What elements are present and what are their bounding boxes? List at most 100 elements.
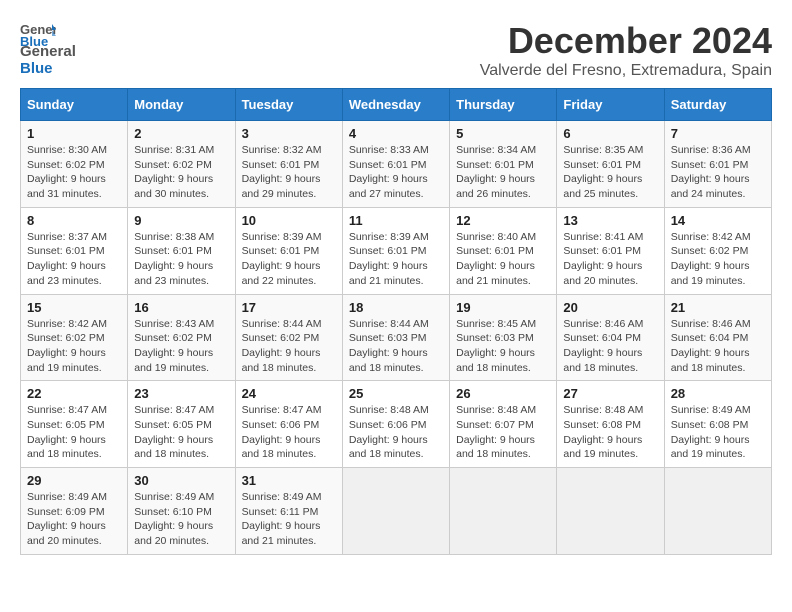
day-of-week-header: Saturday bbox=[664, 89, 771, 121]
calendar-day-cell: 23 Sunrise: 8:47 AM Sunset: 6:05 PM Dayli… bbox=[128, 381, 235, 468]
calendar-week-row: 15 Sunrise: 8:42 AM Sunset: 6:02 PM Dayli… bbox=[21, 294, 772, 381]
day-info: Sunrise: 8:49 AM Sunset: 6:09 PM Dayligh… bbox=[27, 490, 121, 549]
day-info: Sunrise: 8:43 AM Sunset: 6:02 PM Dayligh… bbox=[134, 317, 228, 376]
day-info: Sunrise: 8:45 AM Sunset: 6:03 PM Dayligh… bbox=[456, 317, 550, 376]
day-of-week-header: Tuesday bbox=[235, 89, 342, 121]
day-info: Sunrise: 8:49 AM Sunset: 6:11 PM Dayligh… bbox=[242, 490, 336, 549]
location-title: Valverde del Fresno, Extremadura, Spain bbox=[480, 62, 772, 80]
calendar-day-cell: 4Sunrise: 8:33 AM Sunset: 6:01 PM Daylig… bbox=[342, 121, 449, 208]
calendar-day-cell: 22Sunrise: 8:47 AM Sunset: 6:05 PM Dayli… bbox=[21, 381, 128, 468]
calendar-day-cell: 30 Sunrise: 8:49 AM Sunset: 6:10 PM Dayli… bbox=[128, 468, 235, 555]
calendar-day-cell bbox=[450, 468, 557, 555]
day-number: 11 bbox=[349, 213, 443, 228]
day-info: Sunrise: 8:38 AM Sunset: 6:01 PM Dayligh… bbox=[134, 230, 228, 289]
calendar-day-cell bbox=[557, 468, 664, 555]
day-info: Sunrise: 8:41 AM Sunset: 6:01 PM Dayligh… bbox=[563, 230, 657, 289]
day-number: 2 bbox=[134, 126, 228, 141]
calendar-day-cell bbox=[342, 468, 449, 555]
day-of-week-header: Monday bbox=[128, 89, 235, 121]
day-info: Sunrise: 8:44 AM Sunset: 6:02 PM Dayligh… bbox=[242, 317, 336, 376]
day-info: Sunrise: 8:36 AM Sunset: 6:01 PM Dayligh… bbox=[671, 143, 765, 202]
calendar-day-cell: 3 Sunrise: 8:32 AM Sunset: 6:01 PM Daylig… bbox=[235, 121, 342, 208]
calendar-day-cell: 26 Sunrise: 8:48 AM Sunset: 6:07 PM Dayli… bbox=[450, 381, 557, 468]
calendar-day-cell: 20 Sunrise: 8:46 AM Sunset: 6:04 PM Dayli… bbox=[557, 294, 664, 381]
day-info: Sunrise: 8:48 AM Sunset: 6:08 PM Dayligh… bbox=[563, 403, 657, 462]
day-number: 15 bbox=[27, 300, 121, 315]
day-number: 23 bbox=[134, 386, 228, 401]
day-number: 13 bbox=[563, 213, 657, 228]
day-number: 10 bbox=[242, 213, 336, 228]
calendar-day-cell: 16 Sunrise: 8:43 AM Sunset: 6:02 PM Dayli… bbox=[128, 294, 235, 381]
calendar-day-cell: 17 Sunrise: 8:44 AM Sunset: 6:02 PM Dayli… bbox=[235, 294, 342, 381]
day-info: Sunrise: 8:39 AM Sunset: 6:01 PM Dayligh… bbox=[242, 230, 336, 289]
day-number: 27 bbox=[563, 386, 657, 401]
calendar-week-row: 1 Sunrise: 8:30 AM Sunset: 6:02 PM Daylig… bbox=[21, 121, 772, 208]
month-title: December 2024 bbox=[480, 20, 772, 62]
day-info: Sunrise: 8:48 AM Sunset: 6:07 PM Dayligh… bbox=[456, 403, 550, 462]
logo-blue-text: Blue bbox=[20, 61, 76, 78]
calendar-day-cell: 18Sunrise: 8:44 AM Sunset: 6:03 PM Dayli… bbox=[342, 294, 449, 381]
logo: General Blue General Blue bbox=[20, 20, 76, 77]
day-info: Sunrise: 8:39 AM Sunset: 6:01 PM Dayligh… bbox=[349, 230, 443, 289]
calendar-day-cell: 31 Sunrise: 8:49 AM Sunset: 6:11 PM Dayli… bbox=[235, 468, 342, 555]
day-number: 21 bbox=[671, 300, 765, 315]
calendar-body: 1 Sunrise: 8:30 AM Sunset: 6:02 PM Daylig… bbox=[21, 121, 772, 555]
day-info: Sunrise: 8:32 AM Sunset: 6:01 PM Dayligh… bbox=[242, 143, 336, 202]
calendar-day-cell: 11 Sunrise: 8:39 AM Sunset: 6:01 PM Dayli… bbox=[342, 207, 449, 294]
day-number: 31 bbox=[242, 473, 336, 488]
day-number: 9 bbox=[134, 213, 228, 228]
day-number: 14 bbox=[671, 213, 765, 228]
calendar-header-row: SundayMondayTuesdayWednesdayThursdayFrid… bbox=[21, 89, 772, 121]
day-of-week-header: Thursday bbox=[450, 89, 557, 121]
calendar-day-cell: 25Sunrise: 8:48 AM Sunset: 6:06 PM Dayli… bbox=[342, 381, 449, 468]
day-number: 26 bbox=[456, 386, 550, 401]
day-info: Sunrise: 8:42 AM Sunset: 6:02 PM Dayligh… bbox=[671, 230, 765, 289]
calendar-week-row: 29 Sunrise: 8:49 AM Sunset: 6:09 PM Dayli… bbox=[21, 468, 772, 555]
day-number: 5 bbox=[456, 126, 550, 141]
day-number: 1 bbox=[27, 126, 121, 141]
day-of-week-header: Wednesday bbox=[342, 89, 449, 121]
day-info: Sunrise: 8:37 AM Sunset: 6:01 PM Dayligh… bbox=[27, 230, 121, 289]
calendar-day-cell: 27 Sunrise: 8:48 AM Sunset: 6:08 PM Dayli… bbox=[557, 381, 664, 468]
day-number: 20 bbox=[563, 300, 657, 315]
calendar-week-row: 8Sunrise: 8:37 AM Sunset: 6:01 PM Daylig… bbox=[21, 207, 772, 294]
calendar-day-cell: 8Sunrise: 8:37 AM Sunset: 6:01 PM Daylig… bbox=[21, 207, 128, 294]
calendar-day-cell: 5 Sunrise: 8:34 AM Sunset: 6:01 PM Daylig… bbox=[450, 121, 557, 208]
day-number: 12 bbox=[456, 213, 550, 228]
day-info: Sunrise: 8:49 AM Sunset: 6:10 PM Dayligh… bbox=[134, 490, 228, 549]
calendar-day-cell: 19 Sunrise: 8:45 AM Sunset: 6:03 PM Dayli… bbox=[450, 294, 557, 381]
calendar-day-cell: 2 Sunrise: 8:31 AM Sunset: 6:02 PM Daylig… bbox=[128, 121, 235, 208]
calendar-week-row: 22Sunrise: 8:47 AM Sunset: 6:05 PM Dayli… bbox=[21, 381, 772, 468]
day-info: Sunrise: 8:46 AM Sunset: 6:04 PM Dayligh… bbox=[563, 317, 657, 376]
page-header: General Blue General Blue December 2024 … bbox=[20, 20, 772, 80]
title-area: December 2024 Valverde del Fresno, Extre… bbox=[480, 20, 772, 80]
calendar-day-cell: 7 Sunrise: 8:36 AM Sunset: 6:01 PM Daylig… bbox=[664, 121, 771, 208]
day-number: 7 bbox=[671, 126, 765, 141]
day-info: Sunrise: 8:31 AM Sunset: 6:02 PM Dayligh… bbox=[134, 143, 228, 202]
calendar-day-cell: 15 Sunrise: 8:42 AM Sunset: 6:02 PM Dayli… bbox=[21, 294, 128, 381]
day-info: Sunrise: 8:47 AM Sunset: 6:06 PM Dayligh… bbox=[242, 403, 336, 462]
day-info: Sunrise: 8:48 AM Sunset: 6:06 PM Dayligh… bbox=[349, 403, 443, 462]
day-info: Sunrise: 8:42 AM Sunset: 6:02 PM Dayligh… bbox=[27, 317, 121, 376]
day-number: 4 bbox=[349, 126, 443, 141]
day-info: Sunrise: 8:30 AM Sunset: 6:02 PM Dayligh… bbox=[27, 143, 121, 202]
day-info: Sunrise: 8:35 AM Sunset: 6:01 PM Dayligh… bbox=[563, 143, 657, 202]
calendar-day-cell: 10 Sunrise: 8:39 AM Sunset: 6:01 PM Dayli… bbox=[235, 207, 342, 294]
day-number: 17 bbox=[242, 300, 336, 315]
calendar-table: SundayMondayTuesdayWednesdayThursdayFrid… bbox=[20, 88, 772, 555]
day-number: 28 bbox=[671, 386, 765, 401]
calendar-day-cell: 14 Sunrise: 8:42 AM Sunset: 6:02 PM Dayli… bbox=[664, 207, 771, 294]
day-number: 6 bbox=[563, 126, 657, 141]
day-number: 30 bbox=[134, 473, 228, 488]
day-info: Sunrise: 8:34 AM Sunset: 6:01 PM Dayligh… bbox=[456, 143, 550, 202]
calendar-day-cell: 1 Sunrise: 8:30 AM Sunset: 6:02 PM Daylig… bbox=[21, 121, 128, 208]
day-of-week-header: Friday bbox=[557, 89, 664, 121]
day-info: Sunrise: 8:46 AM Sunset: 6:04 PM Dayligh… bbox=[671, 317, 765, 376]
day-info: Sunrise: 8:49 AM Sunset: 6:08 PM Dayligh… bbox=[671, 403, 765, 462]
day-number: 16 bbox=[134, 300, 228, 315]
day-number: 3 bbox=[242, 126, 336, 141]
calendar-day-cell: 28 Sunrise: 8:49 AM Sunset: 6:08 PM Dayli… bbox=[664, 381, 771, 468]
day-number: 19 bbox=[456, 300, 550, 315]
day-info: Sunrise: 8:47 AM Sunset: 6:05 PM Dayligh… bbox=[134, 403, 228, 462]
day-number: 29 bbox=[27, 473, 121, 488]
